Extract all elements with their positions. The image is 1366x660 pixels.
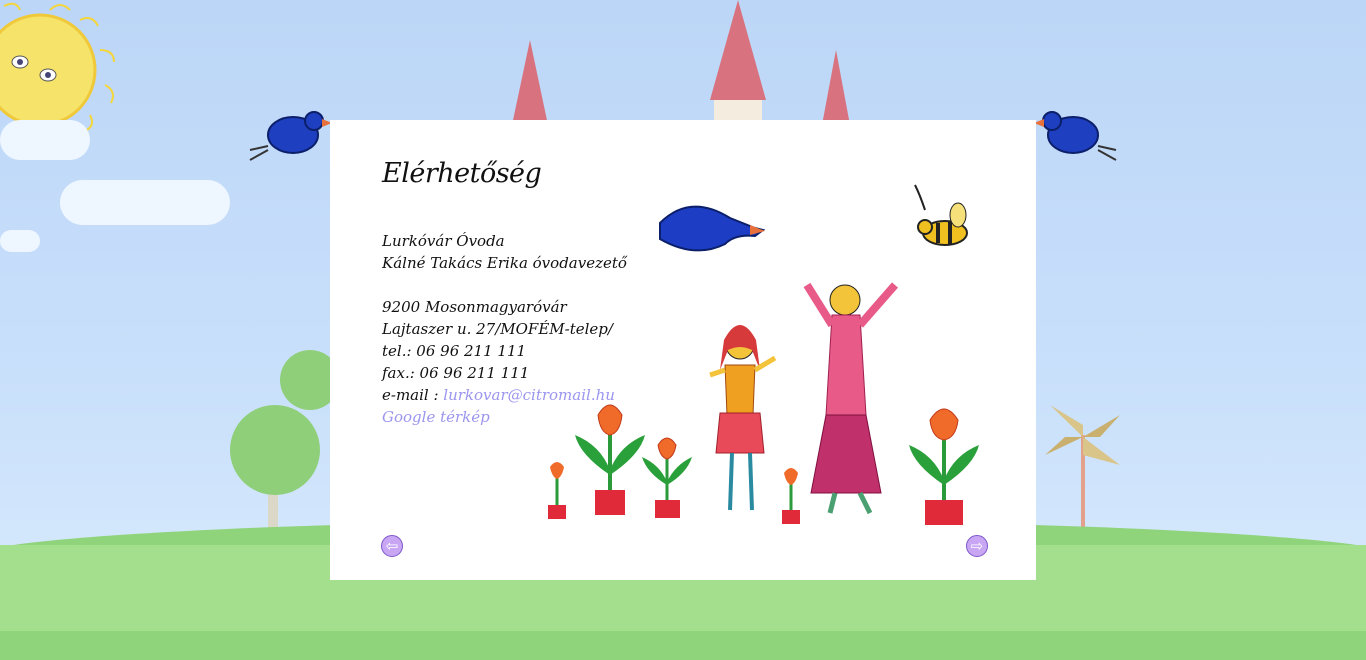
drawing-tulips [548, 404, 979, 525]
childrens-drawing-illustration [548, 184, 979, 525]
pinwheel-illustration [1045, 405, 1120, 545]
cloud [60, 180, 230, 225]
tree-illustration [230, 350, 330, 550]
google-map-link[interactable]: Google térkép [382, 408, 490, 426]
castle-illustration [512, 0, 850, 125]
arrow-right-icon[interactable]: ⇨ [966, 535, 988, 557]
email-label: e-mail : [382, 386, 444, 404]
bird-right-illustration [1034, 111, 1117, 161]
drawing-girl [709, 325, 777, 511]
contact-card: Elérhetőség Lurkóvár Óvoda Kálné Takács … [330, 120, 1036, 580]
bird-left-illustration [249, 111, 332, 161]
cloud [0, 230, 40, 252]
drawing-woman [803, 282, 899, 515]
page-title: Elérhetőség [382, 158, 542, 189]
cloud [0, 120, 90, 160]
arrow-left-icon[interactable]: ⇦ [381, 535, 403, 557]
drawing-bird [659, 205, 766, 252]
drawing-bee [914, 184, 968, 246]
